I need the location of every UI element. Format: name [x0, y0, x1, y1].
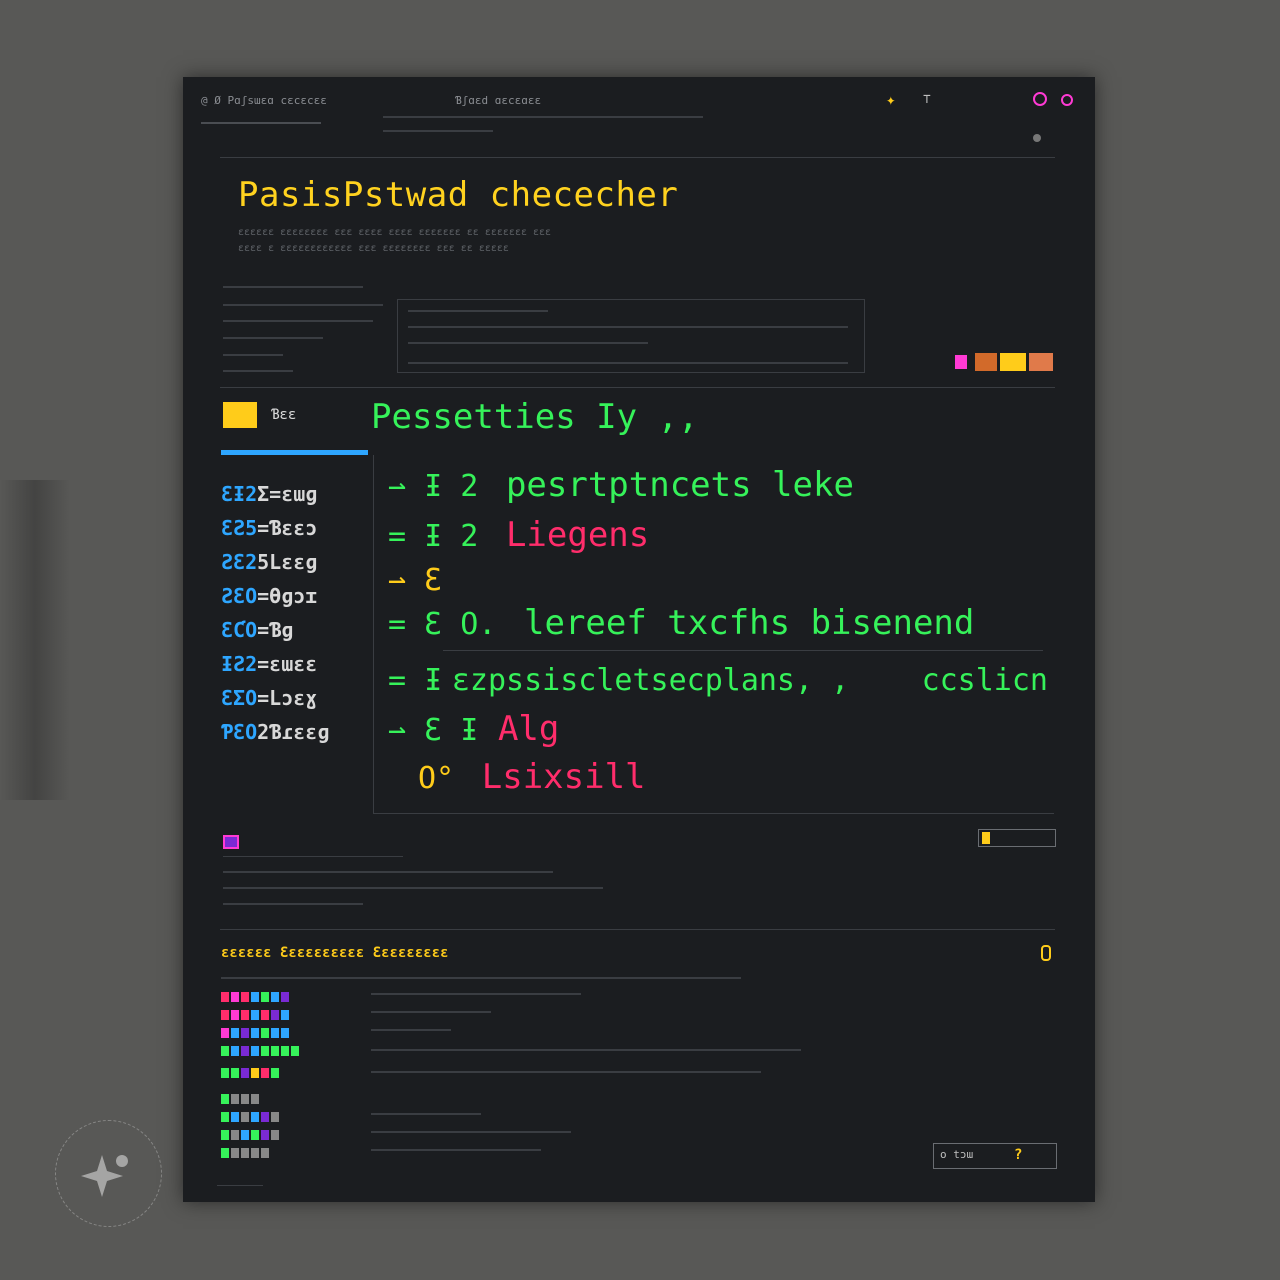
result-row[interactable]: = Ɛ O. lereef txcfhs bisenend: [388, 603, 974, 643]
star-icon[interactable]: ✦: [886, 90, 896, 109]
result-prefix: O°: [418, 761, 455, 796]
info-panel: [397, 299, 865, 373]
result-extra: ccslicn: [921, 663, 1048, 698]
sidebar: ƐƗ2Ʃ=ɛɯɡ ƐƧ5=Ɓɛɛɔ ƧƐ25Lɛɛɡ ƧƐO=Ɵɡɔɪ ƐƇO=…: [221, 482, 371, 744]
app-window: @ Ø Pɑʃsɯɛɑ cɛcɛcɛɛ Ɓʃɑɛd ɑɛcɛɑɛɛ ✦ ⊤ Pa…: [183, 77, 1095, 1202]
result-prefix: = Ɛ O.: [388, 607, 497, 642]
result-prefix: ⇀ Ɛ Ɨ: [388, 713, 479, 748]
result-prefix: ⇀ Ɛ: [388, 563, 443, 598]
result-row[interactable]: O° Lsixsill: [418, 757, 646, 797]
tool-icon[interactable]: ⊤: [923, 92, 931, 107]
sidebar-item[interactable]: ƤƐO2Ɓɾɛɛɡ: [221, 720, 371, 744]
sparkle-icon: [81, 1155, 128, 1197]
divider: [223, 856, 403, 857]
result-text: Liegens: [505, 515, 650, 555]
color-swatch[interactable]: [1029, 353, 1053, 371]
result-text: ɛzpssiscletsecplans, ,: [451, 663, 850, 698]
color-swatch[interactable]: [1000, 353, 1026, 371]
description-lines: [223, 867, 783, 917]
magenta-circle-icon[interactable]: [1033, 92, 1047, 106]
search-box[interactable]: o tɔɯ ?: [933, 1143, 1057, 1169]
footer-divider: [217, 1185, 263, 1186]
sidebar-item[interactable]: ƗƧ2=ɛɯɛɛ: [221, 652, 371, 676]
page-title: PasisPstwad chececher: [238, 175, 679, 215]
result-text: pesrtptncets leke: [505, 465, 854, 505]
sidebar-item[interactable]: ƐƗ2Ʃ=ɛɯɡ: [221, 482, 371, 506]
watermark-badge: [55, 1120, 162, 1227]
result-prefix: ⇀ Ɨ 2: [388, 469, 479, 504]
result-prefix: = Ɨ 2: [388, 519, 479, 554]
color-swatch[interactable]: [955, 355, 967, 369]
log-title: ɛɛɛɛɛɛ Ɛɛɛɛɛɛɛɛɛɛ Ɛɛɛɛɛɛɛɛɛ: [221, 945, 449, 961]
background-shadow: [0, 480, 70, 800]
sidebar-item[interactable]: ƐƇO=Ɓɡ: [221, 618, 371, 642]
search-input[interactable]: o tɔɯ: [940, 1148, 973, 1161]
status-icon: [1041, 945, 1051, 961]
divider: [383, 130, 493, 132]
section-divider: [220, 929, 1055, 930]
section-title: Pessetties Iy ,,: [371, 397, 699, 437]
result-text: Lsixsill: [481, 757, 646, 797]
magenta-ring-icon[interactable]: [1061, 94, 1073, 106]
log-list: [221, 987, 801, 1161]
settings-dot-icon[interactable]: [1033, 134, 1041, 142]
folder-icon: [223, 402, 257, 428]
color-swatch[interactable]: [975, 353, 997, 371]
log-line: [221, 977, 741, 979]
result-row[interactable]: ⇀ Ɨ 2 pesrtptncets leke: [388, 465, 854, 505]
toggle-control[interactable]: [978, 829, 1056, 847]
section-divider: [220, 387, 1055, 388]
section-tab[interactable]: Ɓɛɛ: [271, 407, 296, 423]
sidebar-item[interactable]: ƐƧ5=Ɓɛɛɔ: [221, 516, 371, 540]
purple-square-icon: [223, 835, 239, 849]
subtitle-line-1: ɛɛɛɛɛɛ ɛɛɛɛɛɛɛɛ ɛɛɛ ɛɛɛɛ ɛɛɛɛ ɛɛɛɛɛɛɛ ɛɛ…: [238, 227, 552, 238]
window-subtitle: Ɓʃɑɛd ɑɛcɛɑɛɛ: [455, 94, 542, 107]
subtitle-line-2: ɛɛɛɛ ɛ ɛɛɛɛɛɛɛɛɛɛɛɛ ɛɛɛ ɛɛɛɛɛɛɛɛ ɛɛɛ ɛɛ …: [238, 243, 509, 254]
header-divider: [220, 157, 1055, 158]
sidebar-item[interactable]: ƧƐ25Lɛɛɡ: [221, 550, 371, 574]
window-title: @ Ø Pɑʃsɯɛɑ cɛcɛcɛɛ: [201, 94, 327, 107]
result-row[interactable]: ⇀ Ɛ: [388, 559, 442, 599]
help-button[interactable]: ?: [1014, 1147, 1022, 1163]
active-tab-indicator: [221, 450, 368, 455]
settings-list: [223, 282, 393, 377]
result-row[interactable]: = Ɨ ɛzpssiscletsecplans, , ccslicn: [388, 663, 1048, 698]
result-text: lereef txcfhs bisenend: [524, 603, 975, 643]
result-text: Alg: [497, 709, 560, 749]
result-row[interactable]: = Ɨ 2 Liegens: [388, 515, 649, 555]
sidebar-item[interactable]: ƐƩO=Lɔɛɣ: [221, 686, 371, 710]
row-divider: [443, 650, 1043, 651]
sidebar-item[interactable]: ƧƐO=Ɵɡɔɪ: [221, 584, 371, 608]
result-prefix: = Ɨ: [388, 663, 443, 698]
menu-underline: [201, 122, 321, 124]
divider: [383, 116, 703, 118]
result-row[interactable]: ⇀ Ɛ Ɨ Alg: [388, 709, 559, 749]
